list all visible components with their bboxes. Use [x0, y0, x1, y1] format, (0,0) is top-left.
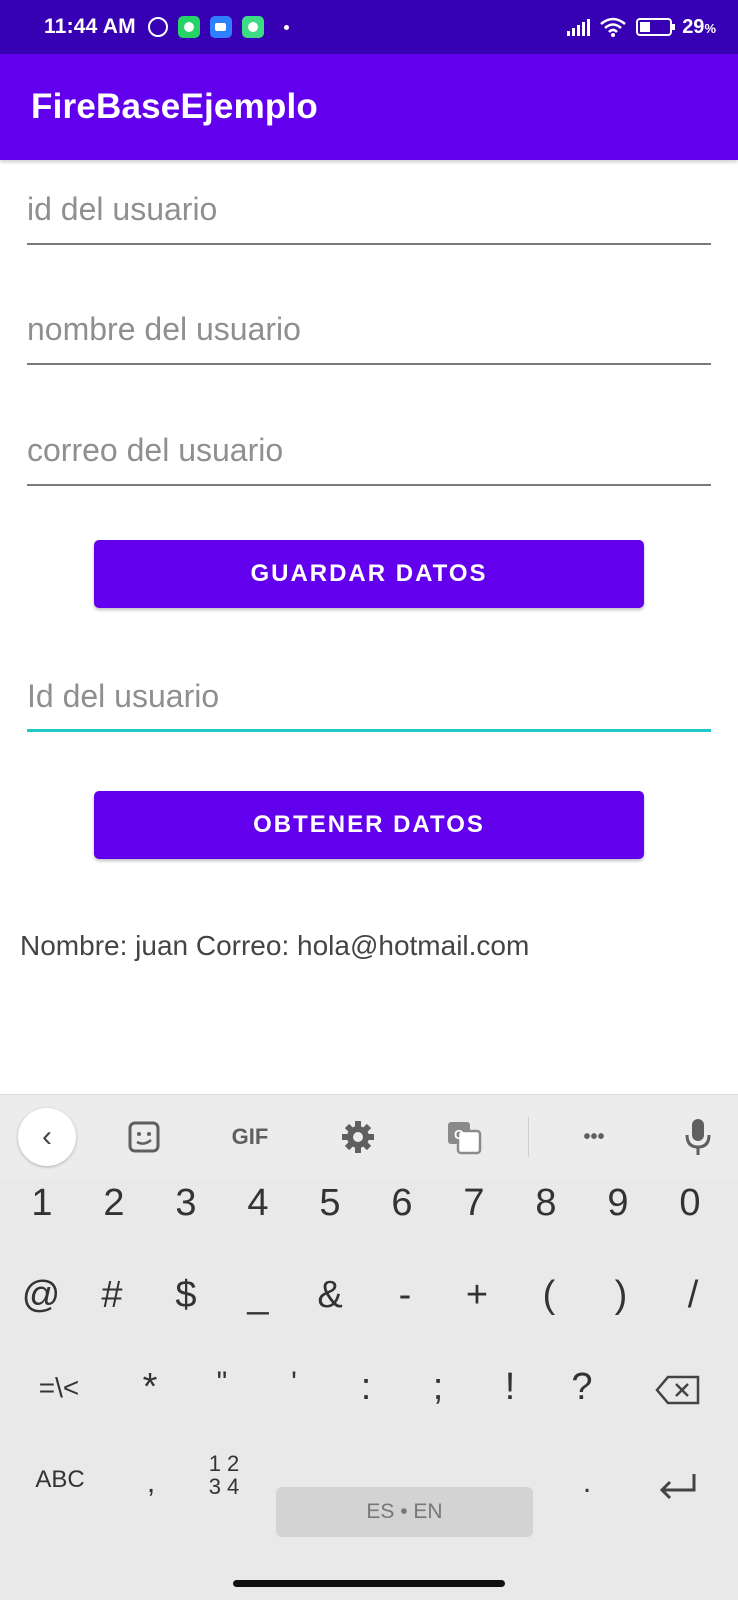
key-asterisk[interactable]: *	[130, 1366, 170, 1409]
key-double-quote[interactable]: "	[202, 1366, 242, 1400]
digits-row: 1 2 3 4 5 6 7 8 9 0	[0, 1182, 738, 1228]
key-ampersand[interactable]: &	[310, 1274, 350, 1317]
key-2[interactable]: 2	[94, 1182, 134, 1225]
key-4[interactable]: 4	[238, 1182, 278, 1225]
keyboard-toolbar: ‹ GIF G •••	[0, 1094, 738, 1179]
wifi-icon	[600, 17, 626, 37]
key-5[interactable]: 5	[310, 1182, 350, 1225]
key-at[interactable]: @	[18, 1274, 64, 1317]
numpad-key-bottom: 3 4	[208, 1474, 240, 1499]
key-period[interactable]: .	[572, 1466, 602, 1500]
svg-text:G: G	[454, 1127, 464, 1142]
symbols-row-2: =\< * " ' : ; ! ?	[0, 1366, 738, 1412]
notification-dot-icon	[283, 24, 289, 30]
sticker-icon[interactable]	[124, 1113, 164, 1161]
key-single-quote[interactable]: '	[274, 1366, 314, 1400]
key-open-paren[interactable]: (	[529, 1274, 569, 1317]
key-minus[interactable]: -	[385, 1274, 425, 1317]
key-close-paren[interactable]: )	[601, 1274, 641, 1317]
key-6[interactable]: 6	[382, 1182, 422, 1225]
microphone-icon[interactable]	[680, 1113, 716, 1161]
key-slash[interactable]: /	[673, 1274, 713, 1317]
gesture-handle[interactable]	[233, 1580, 505, 1587]
status-time: 11:44 AM	[44, 15, 136, 38]
key-underscore[interactable]: _	[238, 1274, 278, 1317]
get-data-button[interactable]: OBTENER DATOS	[94, 791, 644, 859]
battery-percent: 29%	[682, 15, 716, 38]
key-dollar[interactable]: $	[166, 1274, 206, 1317]
status-bar: 11:44 AM 29%	[0, 0, 738, 54]
key-1[interactable]: 1	[22, 1182, 62, 1225]
key-9[interactable]: 9	[598, 1182, 638, 1225]
toolbar-divider	[528, 1117, 529, 1157]
message-icon	[209, 16, 232, 38]
back-arrow-icon[interactable]: ‹	[18, 1108, 76, 1166]
key-8[interactable]: 8	[526, 1182, 566, 1225]
user-name-field[interactable]	[27, 305, 711, 365]
key-7[interactable]: 7	[454, 1182, 494, 1225]
key-more-symbols[interactable]: =\<	[24, 1372, 94, 1404]
user-id-input[interactable]	[27, 191, 711, 228]
lookup-id-input[interactable]	[27, 678, 711, 715]
user-email-field[interactable]	[27, 426, 711, 486]
key-0[interactable]: 0	[670, 1182, 710, 1225]
whatsapp-icon	[177, 16, 200, 38]
lookup-id-field[interactable]	[27, 672, 711, 732]
save-data-button[interactable]: GUARDAR DATOS	[94, 540, 644, 608]
signal-icon	[567, 18, 591, 36]
key-question[interactable]: ?	[562, 1366, 602, 1409]
more-options-button[interactable]: •••	[572, 1113, 616, 1161]
settings-gear-icon[interactable]	[338, 1113, 378, 1161]
user-email-input[interactable]	[27, 432, 711, 469]
key-comma[interactable]: ,	[136, 1466, 166, 1500]
key-semicolon[interactable]: ;	[418, 1366, 458, 1409]
user-id-field[interactable]	[27, 185, 711, 245]
numpad-key-top: 1 2	[208, 1451, 240, 1476]
abc-key[interactable]: ABC	[28, 1466, 92, 1494]
user-name-input[interactable]	[27, 311, 711, 348]
android-icon	[241, 16, 264, 38]
key-colon[interactable]: :	[346, 1366, 386, 1409]
key-plus[interactable]: +	[457, 1274, 497, 1317]
space-bar[interactable]: ES • EN	[276, 1487, 533, 1537]
translate-icon[interactable]: G	[444, 1113, 484, 1161]
app-title: FireBaseEjemplo	[31, 87, 318, 126]
result-text: Nombre: juan Correo: hola@hotmail.com	[20, 930, 530, 961]
gif-button[interactable]: GIF	[222, 1113, 278, 1161]
key-exclamation[interactable]: !	[490, 1366, 530, 1409]
key-3[interactable]: 3	[166, 1182, 206, 1225]
enter-icon[interactable]	[656, 1470, 700, 1502]
battery-icon	[636, 18, 676, 36]
numpad-key[interactable]: 1 2 3 4	[196, 1452, 252, 1498]
alarm-icon	[147, 17, 168, 37]
key-hash[interactable]: #	[92, 1274, 132, 1317]
app-bar: FireBaseEjemplo	[0, 54, 738, 160]
symbols-row-1: @ # $ _ & - + ( ) /	[0, 1274, 738, 1320]
backspace-icon[interactable]	[654, 1374, 702, 1406]
